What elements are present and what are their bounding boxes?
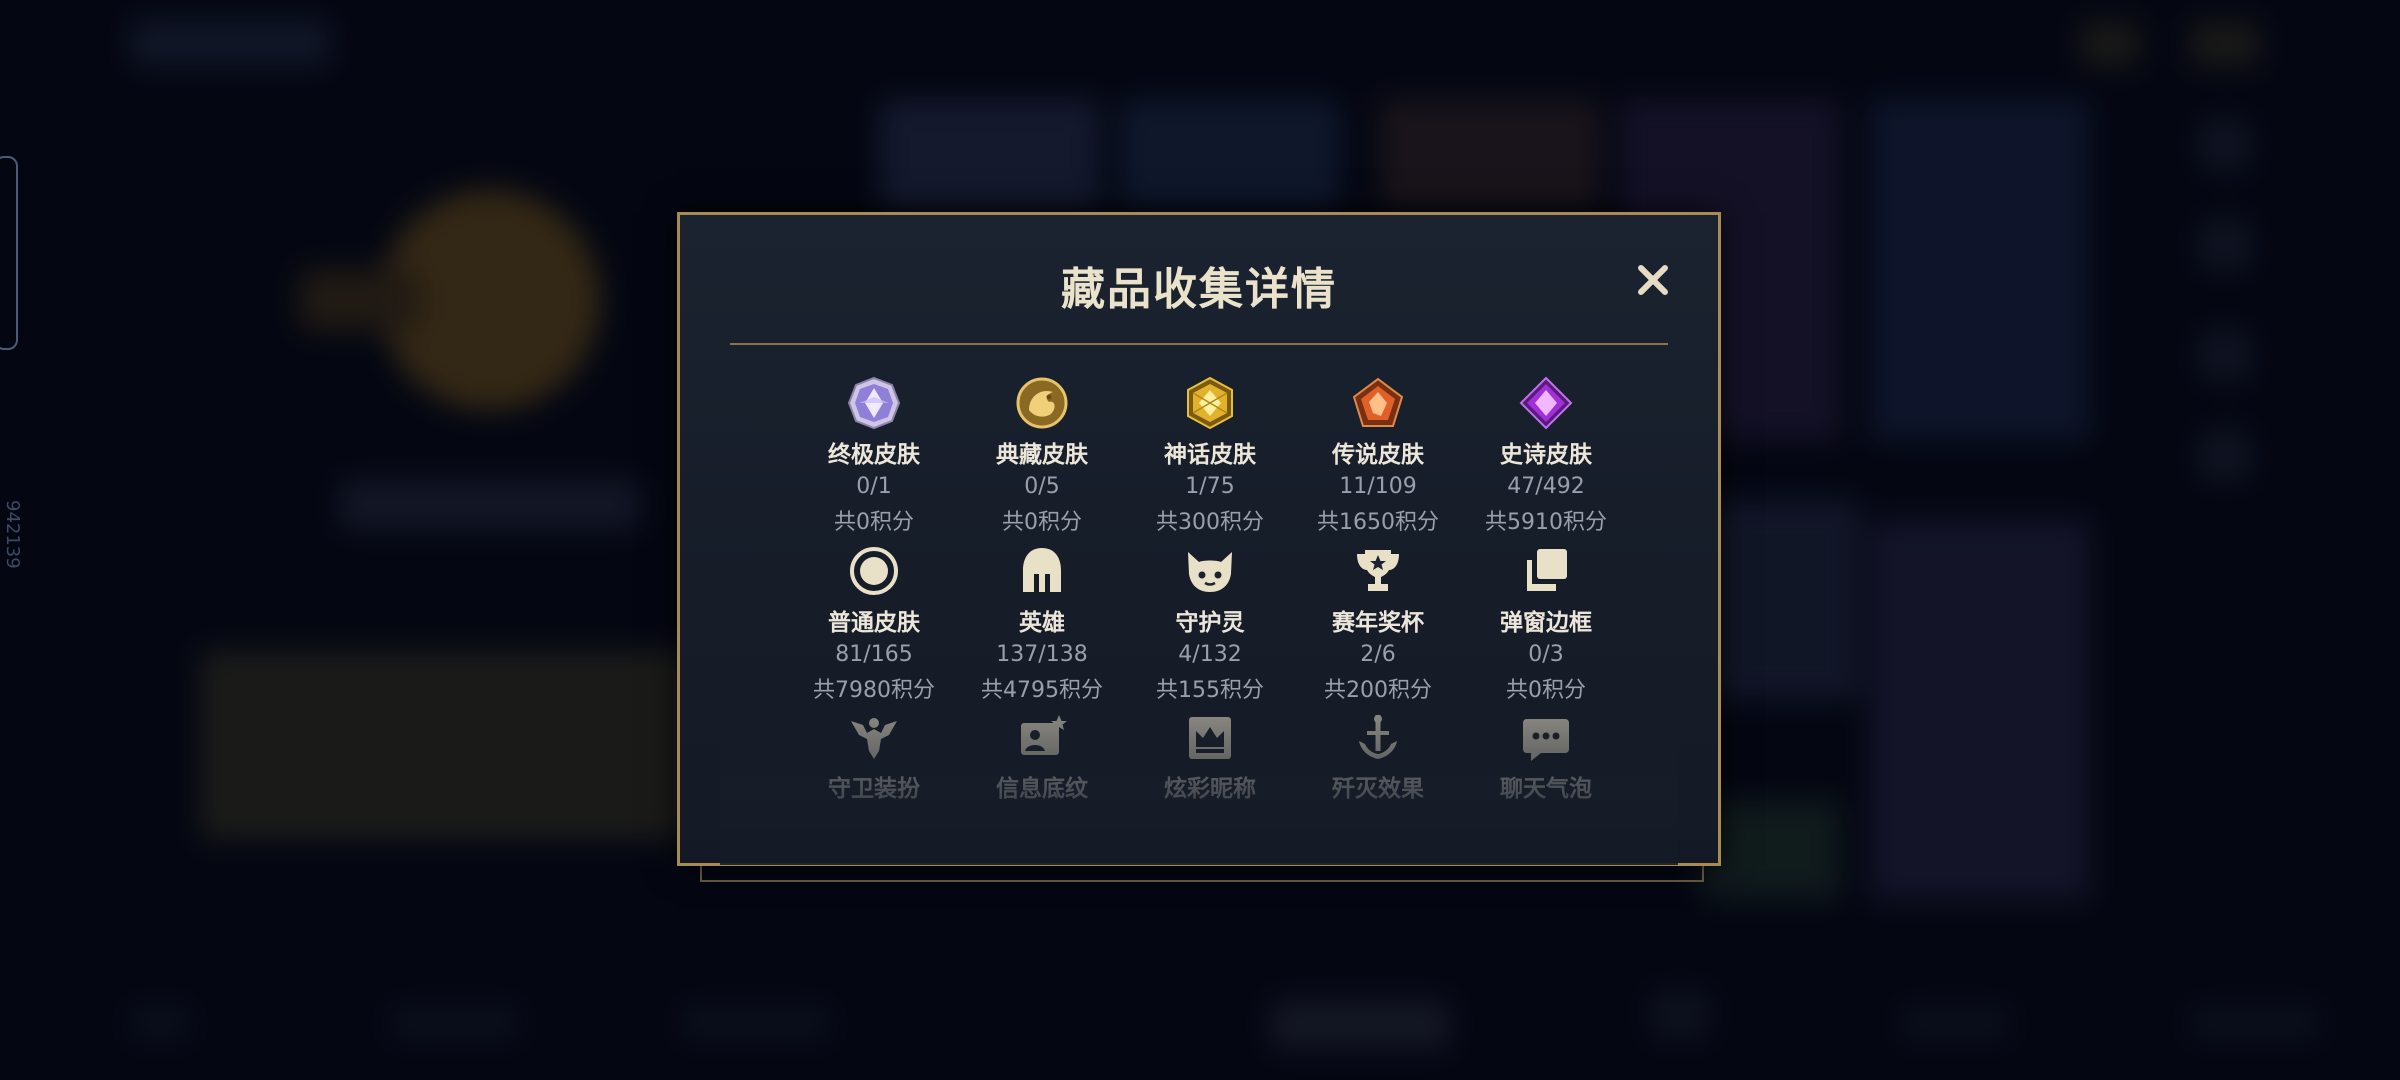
chat-bubble-icon [1518, 711, 1574, 765]
item-label: 典藏皮肤 [996, 442, 1088, 468]
item-points: 共5910积分 [1485, 510, 1607, 535]
trophy-icon [1350, 543, 1406, 599]
item-label: 传说皮肤 [1332, 442, 1424, 468]
collection-item-ward-skin[interactable]: 守卫装扮 [790, 711, 958, 802]
collection-item-kill-effect[interactable]: 歼灭效果 [1294, 711, 1462, 802]
item-count: 137/138 [996, 642, 1088, 667]
collection-item-popup-frame[interactable]: 弹窗边框 0/3 共0积分 [1462, 543, 1630, 711]
item-points: 共4795积分 [981, 678, 1103, 703]
collection-item-guardian[interactable]: 守护灵 4/132 共155积分 [1126, 543, 1294, 711]
item-label: 英雄 [1019, 610, 1065, 636]
item-count: 0/1 [856, 474, 892, 499]
mythic-gem-icon [1182, 375, 1238, 431]
item-count: 0/3 [1528, 642, 1564, 667]
frame-stack-icon [1518, 543, 1574, 599]
item-points: 共300积分 [1156, 510, 1264, 535]
modal-title: 藏品收集详情 [1061, 264, 1337, 315]
item-count: 11/109 [1339, 474, 1417, 499]
item-label: 信息底纹 [996, 776, 1088, 802]
item-label: 神话皮肤 [1164, 442, 1256, 468]
close-icon [1638, 265, 1668, 295]
item-points: 共0积分 [1002, 510, 1082, 535]
item-count: 2/6 [1360, 642, 1396, 667]
ultimate-gem-icon [846, 375, 902, 431]
collection-item-ultimate-skin[interactable]: 终极皮肤 0/1 共0积分 [790, 375, 958, 543]
item-label: 聊天气泡 [1500, 776, 1592, 802]
side-tab-handle[interactable] [0, 156, 18, 350]
item-label: 赛年奖杯 [1332, 610, 1424, 636]
item-count: 4/132 [1178, 642, 1242, 667]
ward-icon [846, 711, 902, 765]
item-count: 1/75 [1185, 474, 1235, 499]
item-points: 共1650积分 [1317, 510, 1439, 535]
epic-gem-icon [1518, 375, 1574, 431]
collection-item-collector-skin[interactable]: 典藏皮肤 0/5 共0积分 [958, 375, 1126, 543]
screen: 942139 藏品收集详情 终极皮肤 0/1 共0积分 典藏皮肤 0/5 共0积… [0, 0, 2400, 1080]
collection-item-chat-bubble[interactable]: 聊天气泡 [1462, 711, 1630, 802]
item-count: 47/492 [1507, 474, 1585, 499]
item-label: 普通皮肤 [828, 610, 920, 636]
legendary-gem-icon [1350, 375, 1406, 431]
collection-grid: 终极皮肤 0/1 共0积分 典藏皮肤 0/5 共0积分 神话皮肤 1/75 共3… [790, 375, 1630, 802]
collection-item-legendary-skin[interactable]: 传说皮肤 11/109 共1650积分 [1294, 375, 1462, 543]
close-button[interactable] [1630, 257, 1676, 303]
item-label: 弹窗边框 [1500, 610, 1592, 636]
item-label: 守卫装扮 [828, 776, 920, 802]
dragon-emblem-icon [1014, 375, 1070, 431]
collection-item-color-nickname[interactable]: 炫彩昵称 [1126, 711, 1294, 802]
sword-icon [1350, 711, 1406, 765]
collection-item-season-trophy[interactable]: 赛年奖杯 2/6 共200积分 [1294, 543, 1462, 711]
item-count: 0/5 [1024, 474, 1060, 499]
item-label: 炫彩昵称 [1164, 776, 1256, 802]
circle-icon [846, 543, 902, 599]
collection-item-epic-skin[interactable]: 史诗皮肤 47/492 共5910积分 [1462, 375, 1630, 543]
title-divider [730, 343, 1668, 345]
helmet-icon [1014, 543, 1070, 599]
item-points: 共7980积分 [813, 678, 935, 703]
item-label: 终极皮肤 [828, 442, 920, 468]
guardian-face-icon [1182, 543, 1238, 599]
collection-item-hero[interactable]: 英雄 137/138 共4795积分 [958, 543, 1126, 711]
item-points: 共0积分 [1506, 678, 1586, 703]
card-star-icon [1014, 711, 1070, 765]
side-id-number: 942139 [2, 500, 23, 569]
collection-details-modal: 藏品收集详情 终极皮肤 0/1 共0积分 典藏皮肤 0/5 共0积分 神话皮肤 … [677, 212, 1721, 866]
collection-item-mythic-skin[interactable]: 神话皮肤 1/75 共300积分 [1126, 375, 1294, 543]
crown-tag-icon [1182, 711, 1238, 765]
item-label: 守护灵 [1175, 610, 1245, 636]
collection-item-normal-skin[interactable]: 普通皮肤 81/165 共7980积分 [790, 543, 958, 711]
item-label: 史诗皮肤 [1500, 442, 1592, 468]
item-points: 共0积分 [834, 510, 914, 535]
collection-item-info-background[interactable]: 信息底纹 [958, 711, 1126, 802]
item-points: 共155积分 [1156, 678, 1264, 703]
item-count: 81/165 [835, 642, 913, 667]
item-points: 共200积分 [1324, 678, 1432, 703]
item-label: 歼灭效果 [1332, 776, 1424, 802]
